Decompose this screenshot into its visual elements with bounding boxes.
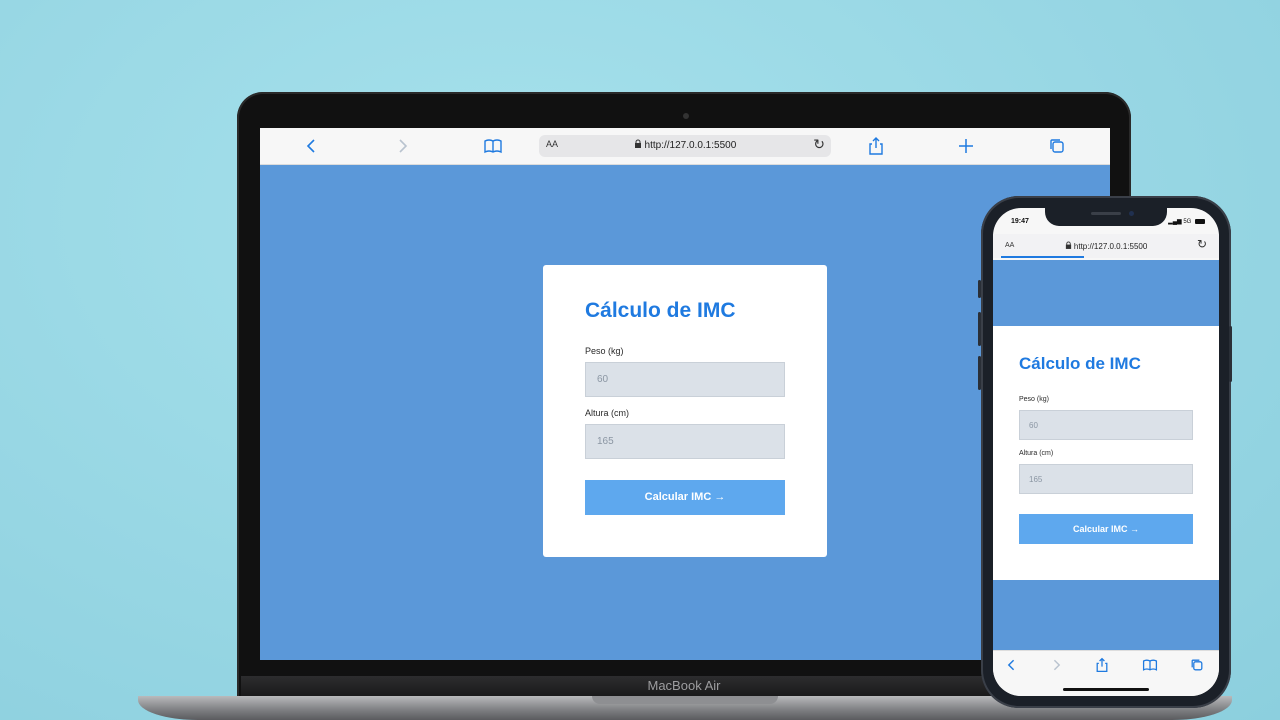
home-indicator[interactable] — [1063, 688, 1149, 691]
phone-card-title: Cálculo de IMC — [1019, 354, 1141, 373]
lock-icon — [634, 139, 645, 151]
tabs-icon[interactable] — [1047, 136, 1067, 156]
phone-mute-switch — [978, 280, 981, 298]
share-icon[interactable] — [866, 136, 886, 156]
phone-volume-down — [978, 356, 981, 390]
phone-height-label: Altura (cm) — [1019, 450, 1054, 457]
phone-weight-label: Peso (kg) — [1019, 396, 1049, 403]
phone-page: Cálculo de IMC Peso (kg) 60 Altura (cm) … — [993, 260, 1219, 650]
phone-screen: 19:47 ▂▄▆ 5G AA http://127.0.0.1:5500 ↻ … — [993, 208, 1219, 696]
phone-share-icon[interactable] — [1094, 657, 1110, 673]
height-input[interactable]: 165 — [585, 424, 785, 459]
phone-address-bar[interactable]: AA http://127.0.0.1:5500 ↻ — [993, 234, 1219, 258]
phone-back-icon[interactable] — [1004, 657, 1020, 673]
laptop-camera — [683, 113, 689, 119]
address-bar[interactable]: AA http://127.0.0.1:5500 ↻ — [539, 135, 831, 157]
signal-icon: ▂▄▆ — [1168, 219, 1182, 225]
status-network: ▂▄▆ 5G — [1168, 218, 1205, 225]
phone-reload-icon[interactable]: ↻ — [1197, 237, 1207, 251]
page-load-progress — [1001, 256, 1084, 258]
browser-toolbar: AA http://127.0.0.1:5500 ↻ — [260, 128, 1110, 165]
weight-input[interactable]: 60 — [585, 362, 785, 397]
phone-calculate-button[interactable]: Calcular IMC → — [1019, 514, 1193, 544]
phone-height-input[interactable]: 165 — [1019, 464, 1193, 494]
reload-icon[interactable]: ↻ — [813, 136, 825, 153]
calculate-button[interactable]: Calcular IMC → — [585, 480, 785, 515]
weight-label: Peso (kg) — [585, 346, 624, 356]
card-title: Cálculo de IMC — [585, 299, 736, 322]
phone-speaker — [1091, 212, 1121, 215]
laptop-opening-notch — [592, 696, 778, 704]
phone-forward-icon[interactable] — [1048, 657, 1064, 673]
imc-card: Cálculo de IMC Peso (kg) 60 Altura (cm) … — [543, 265, 827, 557]
phone-bookmarks-icon[interactable] — [1142, 657, 1158, 673]
back-icon[interactable] — [302, 136, 322, 156]
height-label: Altura (cm) — [585, 408, 630, 418]
phone-imc-card: Cálculo de IMC Peso (kg) 60 Altura (cm) … — [993, 326, 1219, 580]
battery-icon — [1195, 218, 1205, 224]
phone-power-button — [1229, 326, 1232, 382]
phone-volume-up — [978, 312, 981, 346]
status-time: 19:47 — [1011, 218, 1029, 225]
phone-lock-icon — [1065, 241, 1074, 251]
new-tab-icon[interactable] — [956, 136, 976, 156]
phone-notch — [1045, 208, 1167, 226]
brand-label: MacBook Air — [647, 678, 721, 693]
url-text: http://127.0.0.1:5500 — [644, 140, 737, 151]
phone-url-text: http://127.0.0.1:5500 — [1073, 242, 1148, 251]
phone-weight-input[interactable]: 60 — [1019, 410, 1193, 440]
phone-tabs-icon[interactable] — [1189, 657, 1205, 673]
bookmarks-icon[interactable] — [483, 136, 503, 156]
phone-camera — [1129, 211, 1134, 216]
forward-icon[interactable] — [392, 136, 412, 156]
